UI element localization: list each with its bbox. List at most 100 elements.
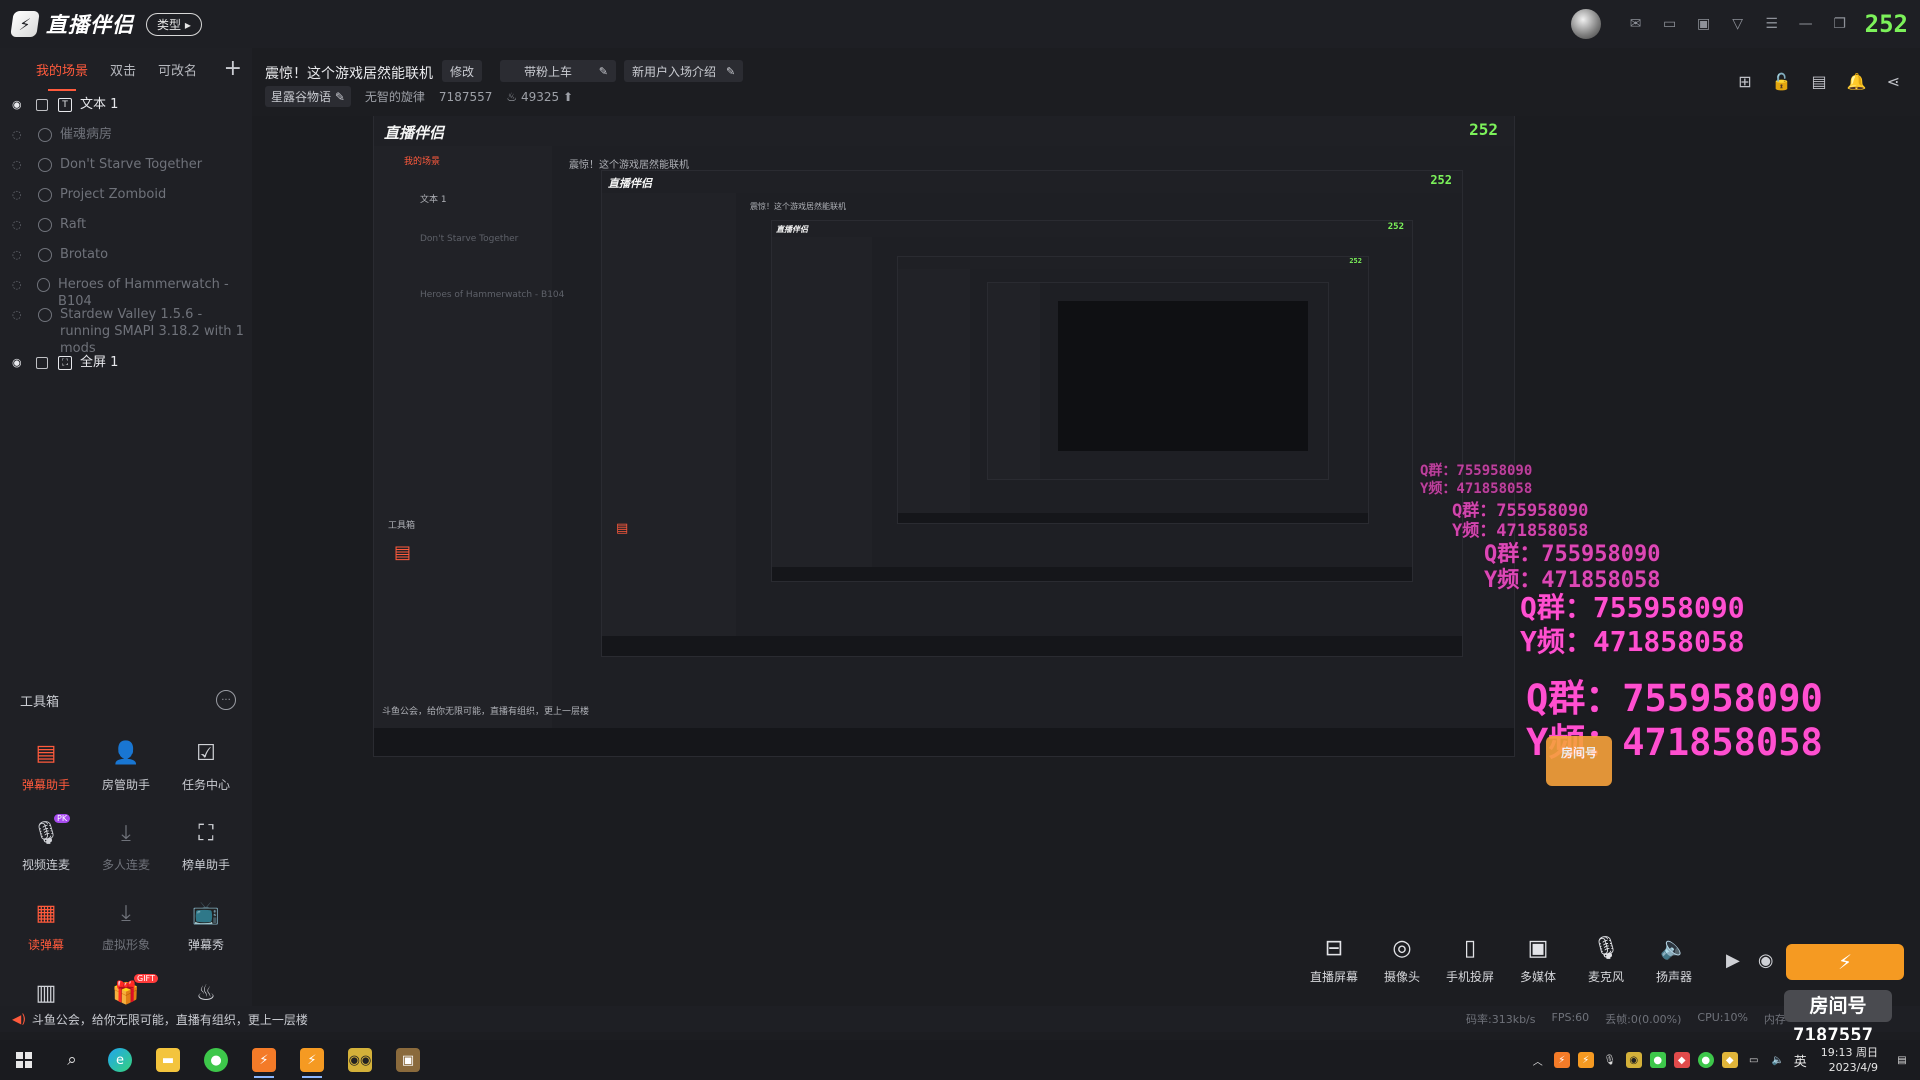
- layout-icon[interactable]: ▤: [1812, 72, 1827, 91]
- tool-read-danmaku[interactable]: ▦ 读弹幕: [6, 898, 86, 964]
- source-item[interactable]: ◌ Stardew Valley 1.5.6 - running SMAPI 3…: [0, 306, 252, 356]
- nested-taskbar: [898, 513, 1368, 523]
- ime-indicator[interactable]: 英: [1794, 1051, 1807, 1070]
- nested-titlebar: [898, 257, 1368, 269]
- tool-video-link[interactable]: 🎙 PK 视频连麦: [6, 814, 86, 884]
- eye-hidden-icon[interactable]: ◌: [12, 278, 27, 291]
- source-label: 文本 1: [80, 97, 119, 112]
- room-label: 房间号: [1809, 995, 1867, 1017]
- eye-hidden-icon[interactable]: ◌: [12, 188, 28, 201]
- category-pill[interactable]: 星露谷物语 ✎: [265, 86, 351, 107]
- screen-icon[interactable]: ▭: [1661, 15, 1679, 33]
- nested-capture-3: 直播伴侣 252 252: [772, 221, 1412, 581]
- screen-capture-button[interactable]: ⊟ 直播屏幕: [1300, 936, 1368, 985]
- eye-hidden-icon[interactable]: ◌: [12, 158, 28, 171]
- edge-icon[interactable]: e: [96, 1040, 144, 1080]
- bell-icon[interactable]: 🔔: [1847, 72, 1867, 91]
- preview-eye-icon[interactable]: ◉: [1758, 950, 1774, 971]
- eye-hidden-icon[interactable]: ◌: [12, 128, 28, 141]
- type-selector[interactable]: 类型 ▸: [146, 12, 202, 36]
- tab-my-scenes[interactable]: 我的场景: [36, 54, 88, 91]
- lock-icon[interactable]: [36, 99, 48, 111]
- wechat-tray-icon[interactable]: ●: [1649, 1052, 1666, 1068]
- eye-hidden-icon[interactable]: ◌: [12, 218, 28, 231]
- source-item[interactable]: ◌ Brotato: [0, 246, 252, 276]
- monitor-icon[interactable]: ▣: [1695, 15, 1713, 33]
- eye-icon[interactable]: ◉: [12, 356, 28, 369]
- tool-multi-link[interactable]: ⤓ 多人连麦: [86, 818, 166, 884]
- package-icon[interactable]: ▣: [384, 1040, 432, 1080]
- mic-button[interactable]: 🎙 麦克风: [1572, 936, 1640, 985]
- more-icon[interactable]: ···: [216, 690, 236, 710]
- record-icon[interactable]: ▶: [1726, 950, 1740, 971]
- windows-start-icon[interactable]: [0, 1040, 48, 1080]
- tray-app-icon[interactable]: ⚡: [1553, 1052, 1570, 1068]
- phone-cast-button[interactable]: ▯ 手机投屏: [1436, 936, 1504, 985]
- tool-room-admin[interactable]: 👤 房管助手: [86, 738, 166, 804]
- clock[interactable]: 19:13 周日 2023/4/9: [1821, 1045, 1878, 1075]
- live-companion-icon[interactable]: ⚡: [240, 1040, 288, 1080]
- source-item[interactable]: ◉ T 文本 1: [0, 96, 252, 126]
- tool-ranking[interactable]: ⛶ 榜单助手: [166, 818, 246, 884]
- avatar[interactable]: [1570, 9, 1601, 39]
- lock-icon[interactable]: [36, 357, 48, 369]
- source-item[interactable]: ◌ Heroes of Hammerwatch - B104: [0, 276, 252, 309]
- file-explorer-icon[interactable]: ▬: [144, 1040, 192, 1080]
- tool-task-center[interactable]: ☑ 任务中心: [166, 738, 246, 804]
- system-tray: ︿ ⚡ ⚡ 🎙 ◉ ● ◆ ● ◆ ▭ 🔈 英 19:13 周日 2023/4/…: [1530, 1040, 1910, 1080]
- restore-icon[interactable]: ❐: [1831, 15, 1849, 33]
- heat-value: ♨ 49325 ⬆: [506, 89, 574, 104]
- tag-pill[interactable]: 新用户入场介绍 ✎: [624, 60, 744, 82]
- tool-label: 房管助手: [101, 778, 150, 792]
- speaker-button[interactable]: 🔈 扬声器: [1640, 936, 1708, 985]
- gift-box-icon[interactable]: ⊞: [1738, 72, 1751, 91]
- tray-app-icon[interactable]: ⚡: [1577, 1052, 1594, 1068]
- live-companion-icon[interactable]: ⚡: [288, 1040, 336, 1080]
- nested-source: 文本 1: [420, 195, 447, 205]
- tray-app-icon[interactable]: ◉: [1625, 1052, 1642, 1068]
- add-scene-button[interactable]: +: [224, 56, 242, 81]
- notification-icon[interactable]: ▤: [1894, 1052, 1910, 1068]
- live-preview[interactable]: 直播伴侣 252 我的场景 震惊！这个游戏居然能联机 文本 1 Don't St…: [252, 116, 1920, 920]
- media-button[interactable]: ▣ 多媒体: [1504, 936, 1572, 985]
- wechat-icon[interactable]: ●: [192, 1040, 240, 1080]
- camera-button[interactable]: ◎ 摄像头: [1368, 936, 1436, 985]
- tag-pill[interactable]: 带粉上车 ✎: [500, 60, 616, 82]
- mail-icon[interactable]: ✉: [1627, 15, 1645, 33]
- source-item[interactable]: ◌ 催魂病房: [0, 126, 252, 156]
- share-icon[interactable]: ⋖: [1887, 72, 1900, 91]
- tool-danmaku-assistant[interactable]: ▤ 弹幕助手: [6, 738, 86, 804]
- tool-danmaku-show[interactable]: 📺 弹幕秀: [166, 898, 246, 964]
- network-icon[interactable]: ▭: [1746, 1052, 1762, 1068]
- eye-hidden-icon[interactable]: ◌: [12, 308, 28, 321]
- tray-app-icon[interactable]: ◆: [1673, 1052, 1690, 1068]
- lock-icon[interactable]: 🔓: [1772, 72, 1792, 91]
- tray-expand-icon[interactable]: ︿: [1530, 1052, 1546, 1068]
- owl-app-icon[interactable]: ◉◉: [336, 1040, 384, 1080]
- filter-icon[interactable]: ▽: [1729, 15, 1747, 33]
- volume-icon[interactable]: 🔈: [1770, 1052, 1786, 1068]
- logo-icon: ⚡: [10, 11, 40, 37]
- eye-hidden-icon[interactable]: ◌: [12, 248, 28, 261]
- tray-app-icon[interactable]: ●: [1697, 1052, 1714, 1068]
- search-icon[interactable]: ⌕: [48, 1040, 96, 1080]
- pencil-icon[interactable]: ✎: [335, 90, 345, 104]
- tab-rename[interactable]: 可改名: [158, 54, 197, 85]
- scene-tabs: 我的场景 双击 可改名 +: [0, 48, 252, 91]
- source-item[interactable]: ◌ Project Zomboid: [0, 186, 252, 216]
- pencil-icon[interactable]: ✎: [726, 65, 735, 78]
- minimize-icon[interactable]: —: [1797, 15, 1815, 33]
- edit-title-button[interactable]: 修改: [442, 60, 483, 82]
- tab-double-click[interactable]: 双击: [110, 54, 136, 85]
- tray-app-icon[interactable]: ◆: [1721, 1052, 1738, 1068]
- source-item[interactable]: ◉ ⛶ 全屏 1: [0, 354, 252, 384]
- pencil-icon[interactable]: ✎: [599, 65, 608, 78]
- source-item[interactable]: ◌ Raft: [0, 216, 252, 246]
- calendar-icon: ▥: [35, 980, 57, 1006]
- menu-icon[interactable]: ☰: [1763, 15, 1781, 33]
- eye-icon[interactable]: ◉: [12, 98, 28, 111]
- clock-time: 19:13 周日: [1820, 1046, 1878, 1059]
- tool-virtual-avatar[interactable]: ⤓ 虚拟形象: [86, 898, 166, 964]
- mic-tray-icon[interactable]: 🎙: [1602, 1052, 1618, 1068]
- source-item[interactable]: ◌ Don't Starve Together: [0, 156, 252, 186]
